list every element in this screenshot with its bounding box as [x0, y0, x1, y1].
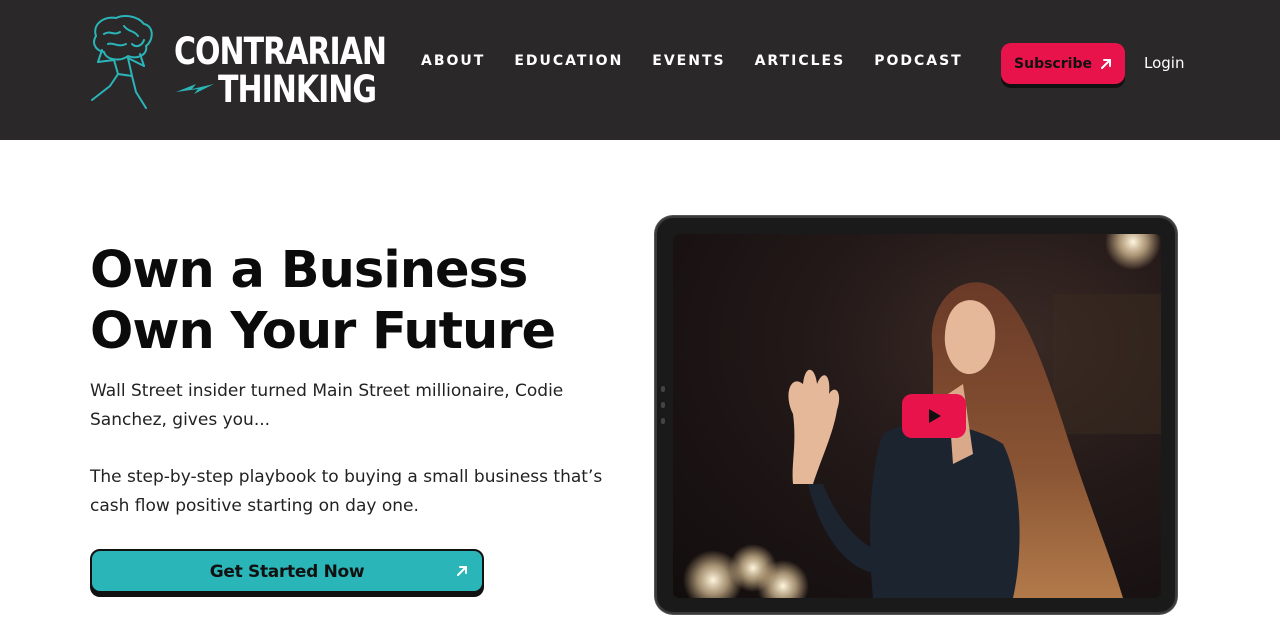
nav-item-podcast[interactable]: PODCAST — [874, 53, 963, 69]
arrow-up-right-icon — [457, 566, 467, 576]
brain-athlete-logo-icon — [91, 15, 153, 109]
subscribe-button[interactable]: Subscribe — [1001, 43, 1125, 84]
site-header: Contrarian Thinking ABOUT EDUCATION EVEN… — [0, 0, 1280, 140]
subscribe-label: Subscribe — [1014, 55, 1092, 72]
brand-logo[interactable]: Contrarian Thinking — [88, 14, 387, 114]
nav-item-events[interactable]: EVENTS — [652, 53, 725, 69]
tablet-side-buttons — [661, 386, 667, 446]
nav-item-about[interactable]: ABOUT — [421, 53, 485, 69]
lightning-bolt-icon — [176, 84, 214, 94]
play-button[interactable] — [902, 394, 966, 438]
hero-title: Own a Business Own Your Future — [90, 240, 610, 362]
hero-subtitle: Wall Street insider turned Main Street m… — [90, 381, 564, 430]
video-player[interactable] — [673, 234, 1161, 598]
get-started-button[interactable]: Get Started Now — [90, 549, 484, 593]
login-link[interactable]: Login — [1144, 54, 1184, 72]
play-icon — [929, 409, 941, 423]
hero-title-line-2: Own Your Future — [90, 302, 556, 361]
brand-line-1: Contrarian — [174, 30, 387, 74]
arrow-up-right-icon — [1100, 58, 1111, 69]
hero-title-line-1: Own a Business — [90, 241, 528, 300]
nav-item-education[interactable]: EDUCATION — [514, 53, 623, 69]
hero-description: The step-by-step playbook to buying a sm… — [90, 467, 603, 516]
main-nav: ABOUT EDUCATION EVENTS ARTICLES PODCAST — [421, 53, 992, 69]
nav-item-articles[interactable]: ARTICLES — [755, 53, 846, 69]
get-started-label: Get Started Now — [209, 562, 365, 582]
tablet-video-frame — [655, 216, 1177, 614]
